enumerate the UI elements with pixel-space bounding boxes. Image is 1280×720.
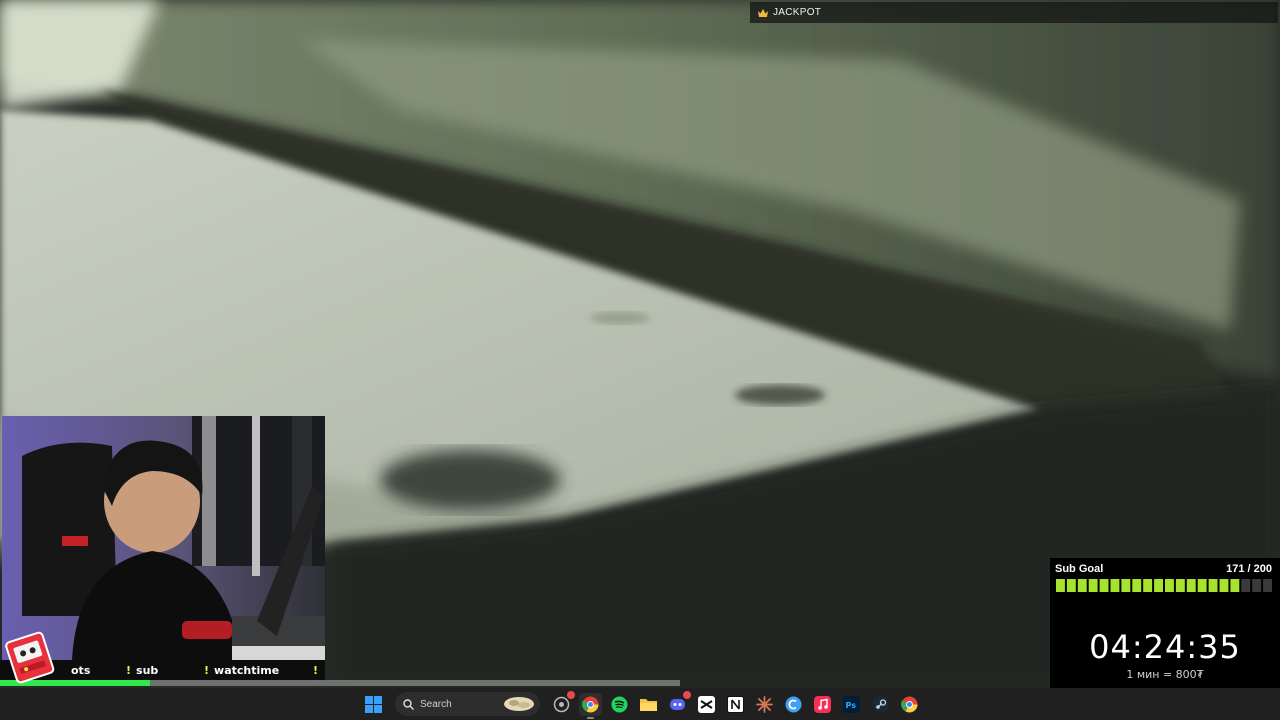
stream-frame: JACKPOT ots ! sub ! watchtime ! Sub Goal… <box>0 0 1280 720</box>
goal-segment <box>1066 579 1076 592</box>
goal-segment <box>1056 579 1065 592</box>
ticker-label: sub <box>136 663 159 677</box>
ticker-label: watchtime <box>214 663 280 677</box>
goal-segment <box>1165 579 1174 592</box>
goal-segment <box>1219 579 1229 592</box>
goal-segment <box>1110 579 1120 592</box>
search-highlight-icon <box>504 697 534 711</box>
ticker-bang: ! <box>126 663 132 677</box>
ticker-bang: ! <box>204 663 210 677</box>
ticker-label: ots <box>71 663 91 677</box>
photoshop-icon[interactable]: Ps <box>840 693 863 716</box>
ticker-item: ! watchtime <box>204 664 279 677</box>
taskbar-search-box[interactable]: Search <box>395 692 540 716</box>
taskbar-pinned-apps: Search Ps <box>362 688 921 720</box>
ticker-item: ! <box>313 664 323 677</box>
notification-badge <box>567 690 575 699</box>
goal-segment <box>1263 579 1272 592</box>
jackpot-label: JACKPOT <box>773 7 822 18</box>
chrome-icon[interactable] <box>579 692 602 719</box>
goal-segment <box>1186 579 1196 592</box>
windows-taskbar: Search Ps <box>0 688 1280 720</box>
notification-badge <box>683 690 691 699</box>
subathon-timer: 04:24:35 <box>1089 628 1241 666</box>
jackpot-bar: JACKPOT <box>750 2 1278 23</box>
goal-segment <box>1143 579 1153 592</box>
goal-segment <box>1088 579 1098 592</box>
music-icon[interactable] <box>811 693 834 716</box>
goal-segment <box>1077 579 1087 592</box>
ticker-bang: ! <box>313 663 319 677</box>
file-explorer-icon[interactable] <box>637 693 660 716</box>
chrome-alt-icon[interactable] <box>898 693 921 716</box>
ticker-item: ots <box>66 664 90 677</box>
search-placeholder: Search <box>420 698 452 710</box>
notion-icon[interactable] <box>724 693 747 716</box>
sub-goal-title: Sub Goal <box>1055 563 1104 575</box>
windows-start-icon[interactable] <box>362 693 385 716</box>
ticker-item: ! sub <box>126 664 158 677</box>
crown-icon <box>758 8 768 17</box>
steam-icon[interactable] <box>869 693 892 716</box>
search-icon <box>403 698 414 710</box>
goal-segment <box>1099 579 1109 592</box>
goal-segment <box>1252 579 1262 592</box>
sub-goal-count: 171 / 200 <box>1226 563 1272 575</box>
goal-segment <box>1154 579 1163 592</box>
timer-rate: 1 мин = 800₮ <box>1126 668 1204 681</box>
ticker-progress-track <box>0 680 680 686</box>
copilot-icon[interactable] <box>550 690 575 716</box>
cursor-icon[interactable] <box>782 693 805 716</box>
webcam-feed <box>2 416 325 660</box>
svg-text:Ps: Ps <box>846 701 857 710</box>
spotify-icon[interactable] <box>608 693 631 716</box>
webcam-image <box>2 416 325 660</box>
claude-icon[interactable] <box>753 693 776 716</box>
arcade-mascot-icon <box>5 631 55 684</box>
goal-segment <box>1121 579 1131 592</box>
sub-goal-progress <box>1056 579 1272 592</box>
goal-segment <box>1197 579 1207 592</box>
goal-segment <box>1132 579 1142 592</box>
discord-icon[interactable] <box>666 690 691 716</box>
goal-segment <box>1208 579 1218 592</box>
active-indicator <box>587 716 594 719</box>
capcut-icon[interactable] <box>695 693 718 716</box>
goal-segment <box>1241 579 1251 592</box>
goal-segment <box>1175 579 1185 592</box>
goal-segment <box>1230 579 1240 592</box>
